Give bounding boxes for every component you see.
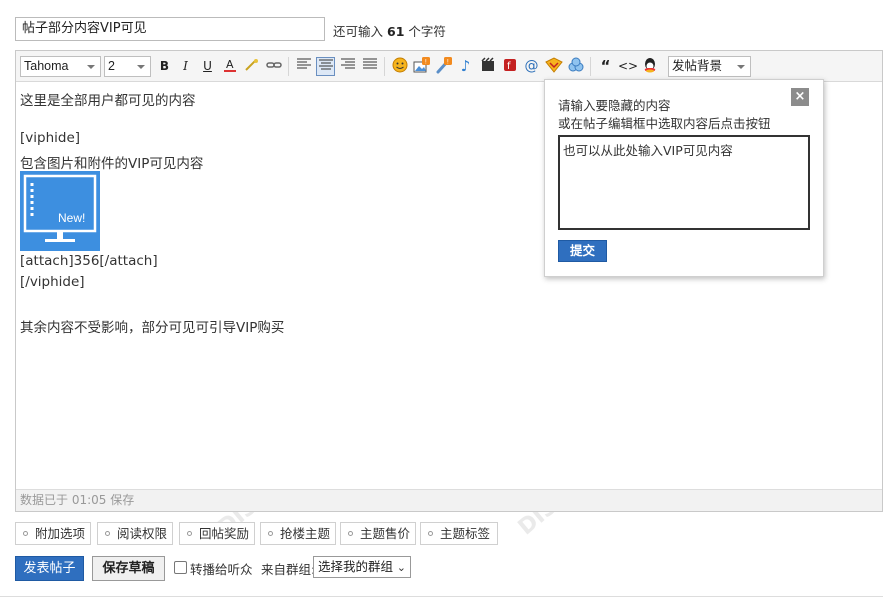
align-right-icon[interactable] <box>338 57 357 76</box>
post-background-select[interactable]: 发帖背景 <box>668 56 751 77</box>
svg-text:!: ! <box>446 59 448 66</box>
tab-reply-reward[interactable]: 回帖奖励 <box>179 522 255 545</box>
chevron-down-icon <box>137 65 145 69</box>
attachment-thumbnail[interactable]: New! <box>20 171 100 251</box>
bullet-icon <box>23 531 28 536</box>
attachment-icon[interactable]: ! <box>434 57 453 76</box>
char-remaining-suffix: 个字符 <box>408 24 446 39</box>
close-icon[interactable]: × <box>791 88 809 106</box>
vip-icon[interactable] <box>544 57 563 76</box>
editor-toolbar: Tahoma 2 B I U A ! ! ♪ f @ “ <> 发帖背景 <box>16 51 882 82</box>
at-icon[interactable]: @ <box>522 57 541 76</box>
content-line: [attach]356[/attach] <box>20 253 158 269</box>
tab-label: 主题售价 <box>360 526 411 541</box>
content-line: [/viphide] <box>20 274 85 290</box>
tab-label: 主题标签 <box>440 526 491 541</box>
toolbar-divider <box>590 57 591 76</box>
subject-input[interactable]: 帖子部分内容VIP可见 <box>15 17 325 41</box>
autosave-status: 数据已于 01:05 保存 <box>16 489 882 511</box>
viphide-popup: 请输入要隐藏的内容 或在帖子编辑框中选取内容后点击按钮 × 也可以从此处输入VI… <box>544 79 824 277</box>
spellcheck-icon[interactable] <box>242 57 261 76</box>
toolbar-divider <box>288 57 289 76</box>
tab-floor-grab[interactable]: 抢楼主题 <box>260 522 336 545</box>
font-family-select[interactable]: Tahoma <box>20 56 101 77</box>
align-justify-icon[interactable] <box>360 57 379 76</box>
broadcast-checkbox[interactable] <box>174 561 187 574</box>
image-icon[interactable]: ! <box>412 57 431 76</box>
font-family-value: Tahoma <box>24 59 69 73</box>
align-center-icon[interactable] <box>316 57 335 76</box>
smiley-icon[interactable] <box>390 57 409 76</box>
content-line: 其余内容不受影响，部分可见可引导VIP购买 <box>20 320 285 336</box>
popup-tip: 或在帖子编辑框中选取内容后点击按钮 <box>558 116 771 131</box>
tab-label: 附加选项 <box>35 526 86 541</box>
code-icon[interactable]: <> <box>618 57 638 76</box>
content-line: 包含图片和附件的VIP可见内容 <box>20 156 204 172</box>
link-icon[interactable] <box>264 57 283 76</box>
popup-tip: 请输入要隐藏的内容 <box>558 98 671 113</box>
music-icon[interactable]: ♪ <box>456 57 475 76</box>
toolbar-divider <box>384 57 385 76</box>
italic-icon[interactable]: I <box>176 57 195 76</box>
tab-read-permission[interactable]: 阅读权限 <box>97 522 173 545</box>
svg-text:!: ! <box>424 59 426 66</box>
char-remaining-count: 61 <box>387 24 405 39</box>
group-select[interactable]: 选择我的群组 ⌄ <box>313 556 411 578</box>
font-size-value: 2 <box>108 59 115 73</box>
chevron-down-icon: ⌄ <box>396 561 406 574</box>
group-select-value: 选择我的群组 <box>318 559 394 574</box>
chevron-down-icon <box>87 65 95 69</box>
font-size-select[interactable]: 2 <box>104 56 151 77</box>
bullet-icon <box>428 531 433 536</box>
bullet-icon <box>268 531 273 536</box>
tab-label: 抢楼主题 <box>280 526 331 541</box>
vip-content-textarea[interactable]: 也可以从此处输入VIP可见内容 <box>558 135 810 230</box>
char-remaining: 还可输入 61 个字符 <box>333 21 446 40</box>
new-badge: New! <box>58 211 86 225</box>
svg-text:A: A <box>226 58 234 71</box>
align-left-icon[interactable] <box>294 57 313 76</box>
qq-icon[interactable] <box>640 57 659 76</box>
divider <box>0 596 883 597</box>
submit-button[interactable]: 提交 <box>558 240 607 262</box>
tab-extra-options[interactable]: 附加选项 <box>15 522 91 545</box>
bullet-icon <box>105 531 110 536</box>
content-line: [viphide] <box>20 130 81 146</box>
quote-icon[interactable]: “ <box>596 57 615 76</box>
tab-label: 回帖奖励 <box>199 526 250 541</box>
save-draft-button[interactable]: 保存草稿 <box>92 556 165 581</box>
publish-button[interactable]: 发表帖子 <box>15 556 84 581</box>
svg-text:f: f <box>507 61 511 72</box>
bullet-icon <box>348 531 353 536</box>
video-icon[interactable] <box>478 57 497 76</box>
underline-icon[interactable]: U <box>198 57 217 76</box>
chevron-down-icon <box>737 65 745 69</box>
group-icon[interactable] <box>566 57 585 76</box>
broadcast-label: 转播给听众 <box>190 562 253 577</box>
flash-icon[interactable]: f <box>500 57 519 76</box>
char-remaining-prefix: 还可输入 <box>333 24 384 39</box>
post-background-value: 发帖背景 <box>672 59 723 73</box>
tab-topic-tags[interactable]: 主题标签 <box>420 522 498 545</box>
group-label: 来自群组: <box>261 562 316 577</box>
content-line: 这里是全部用户都可见的内容 <box>20 93 196 109</box>
bold-icon[interactable]: B <box>155 57 174 76</box>
bullet-icon <box>187 531 192 536</box>
tab-topic-price[interactable]: 主题售价 <box>340 522 416 545</box>
tab-label: 阅读权限 <box>117 526 168 541</box>
font-color-icon[interactable]: A <box>220 57 239 76</box>
